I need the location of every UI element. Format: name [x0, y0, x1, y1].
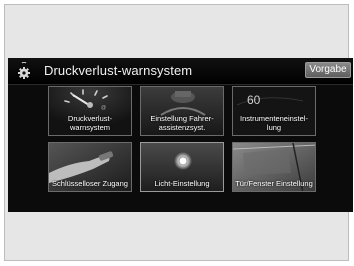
tile-door-window-settings[interactable]: Tür/Fenster Einstellung [232, 142, 316, 192]
tile-tire-pressure-warning[interactable]: @ Druckverlust- warnsystem [48, 86, 132, 136]
tile-label: Licht-Einstellung [154, 179, 210, 188]
screen-header: Druckverlust-warnsystem Vorgabe [8, 58, 353, 85]
tile-label: Tür/Fenster Einstellung [235, 179, 313, 188]
tile-instrument-settings[interactable]: 60 Instrumenteneinstel- lung [232, 86, 316, 136]
gear-icon [16, 61, 32, 80]
page-title: Druckverlust-warnsystem [44, 63, 193, 78]
tile-label: Druckverlust- warnsystem [67, 114, 113, 132]
tile-label: Instrumenteneinstel- lung [240, 114, 308, 132]
tile-label: Schlüsselloser Zugang [52, 179, 128, 188]
default-settings-button[interactable]: Vorgabe [305, 62, 351, 78]
tile-keyless-access[interactable]: Schlüsselloser Zugang [48, 142, 132, 192]
tile-label: Einstellung Fahrer- assistenzsyst. [150, 114, 214, 132]
tile-driver-assist-settings[interactable]: Einstellung Fahrer- assistenzsyst. [140, 86, 224, 136]
settings-screen: Druckverlust-warnsystem Vorgabe @ Druckv… [8, 58, 353, 212]
svg-text:@: @ [101, 105, 106, 111]
tile-light-settings[interactable]: Licht-Einstellung [140, 142, 224, 192]
speed-readout: 60 [247, 93, 261, 107]
